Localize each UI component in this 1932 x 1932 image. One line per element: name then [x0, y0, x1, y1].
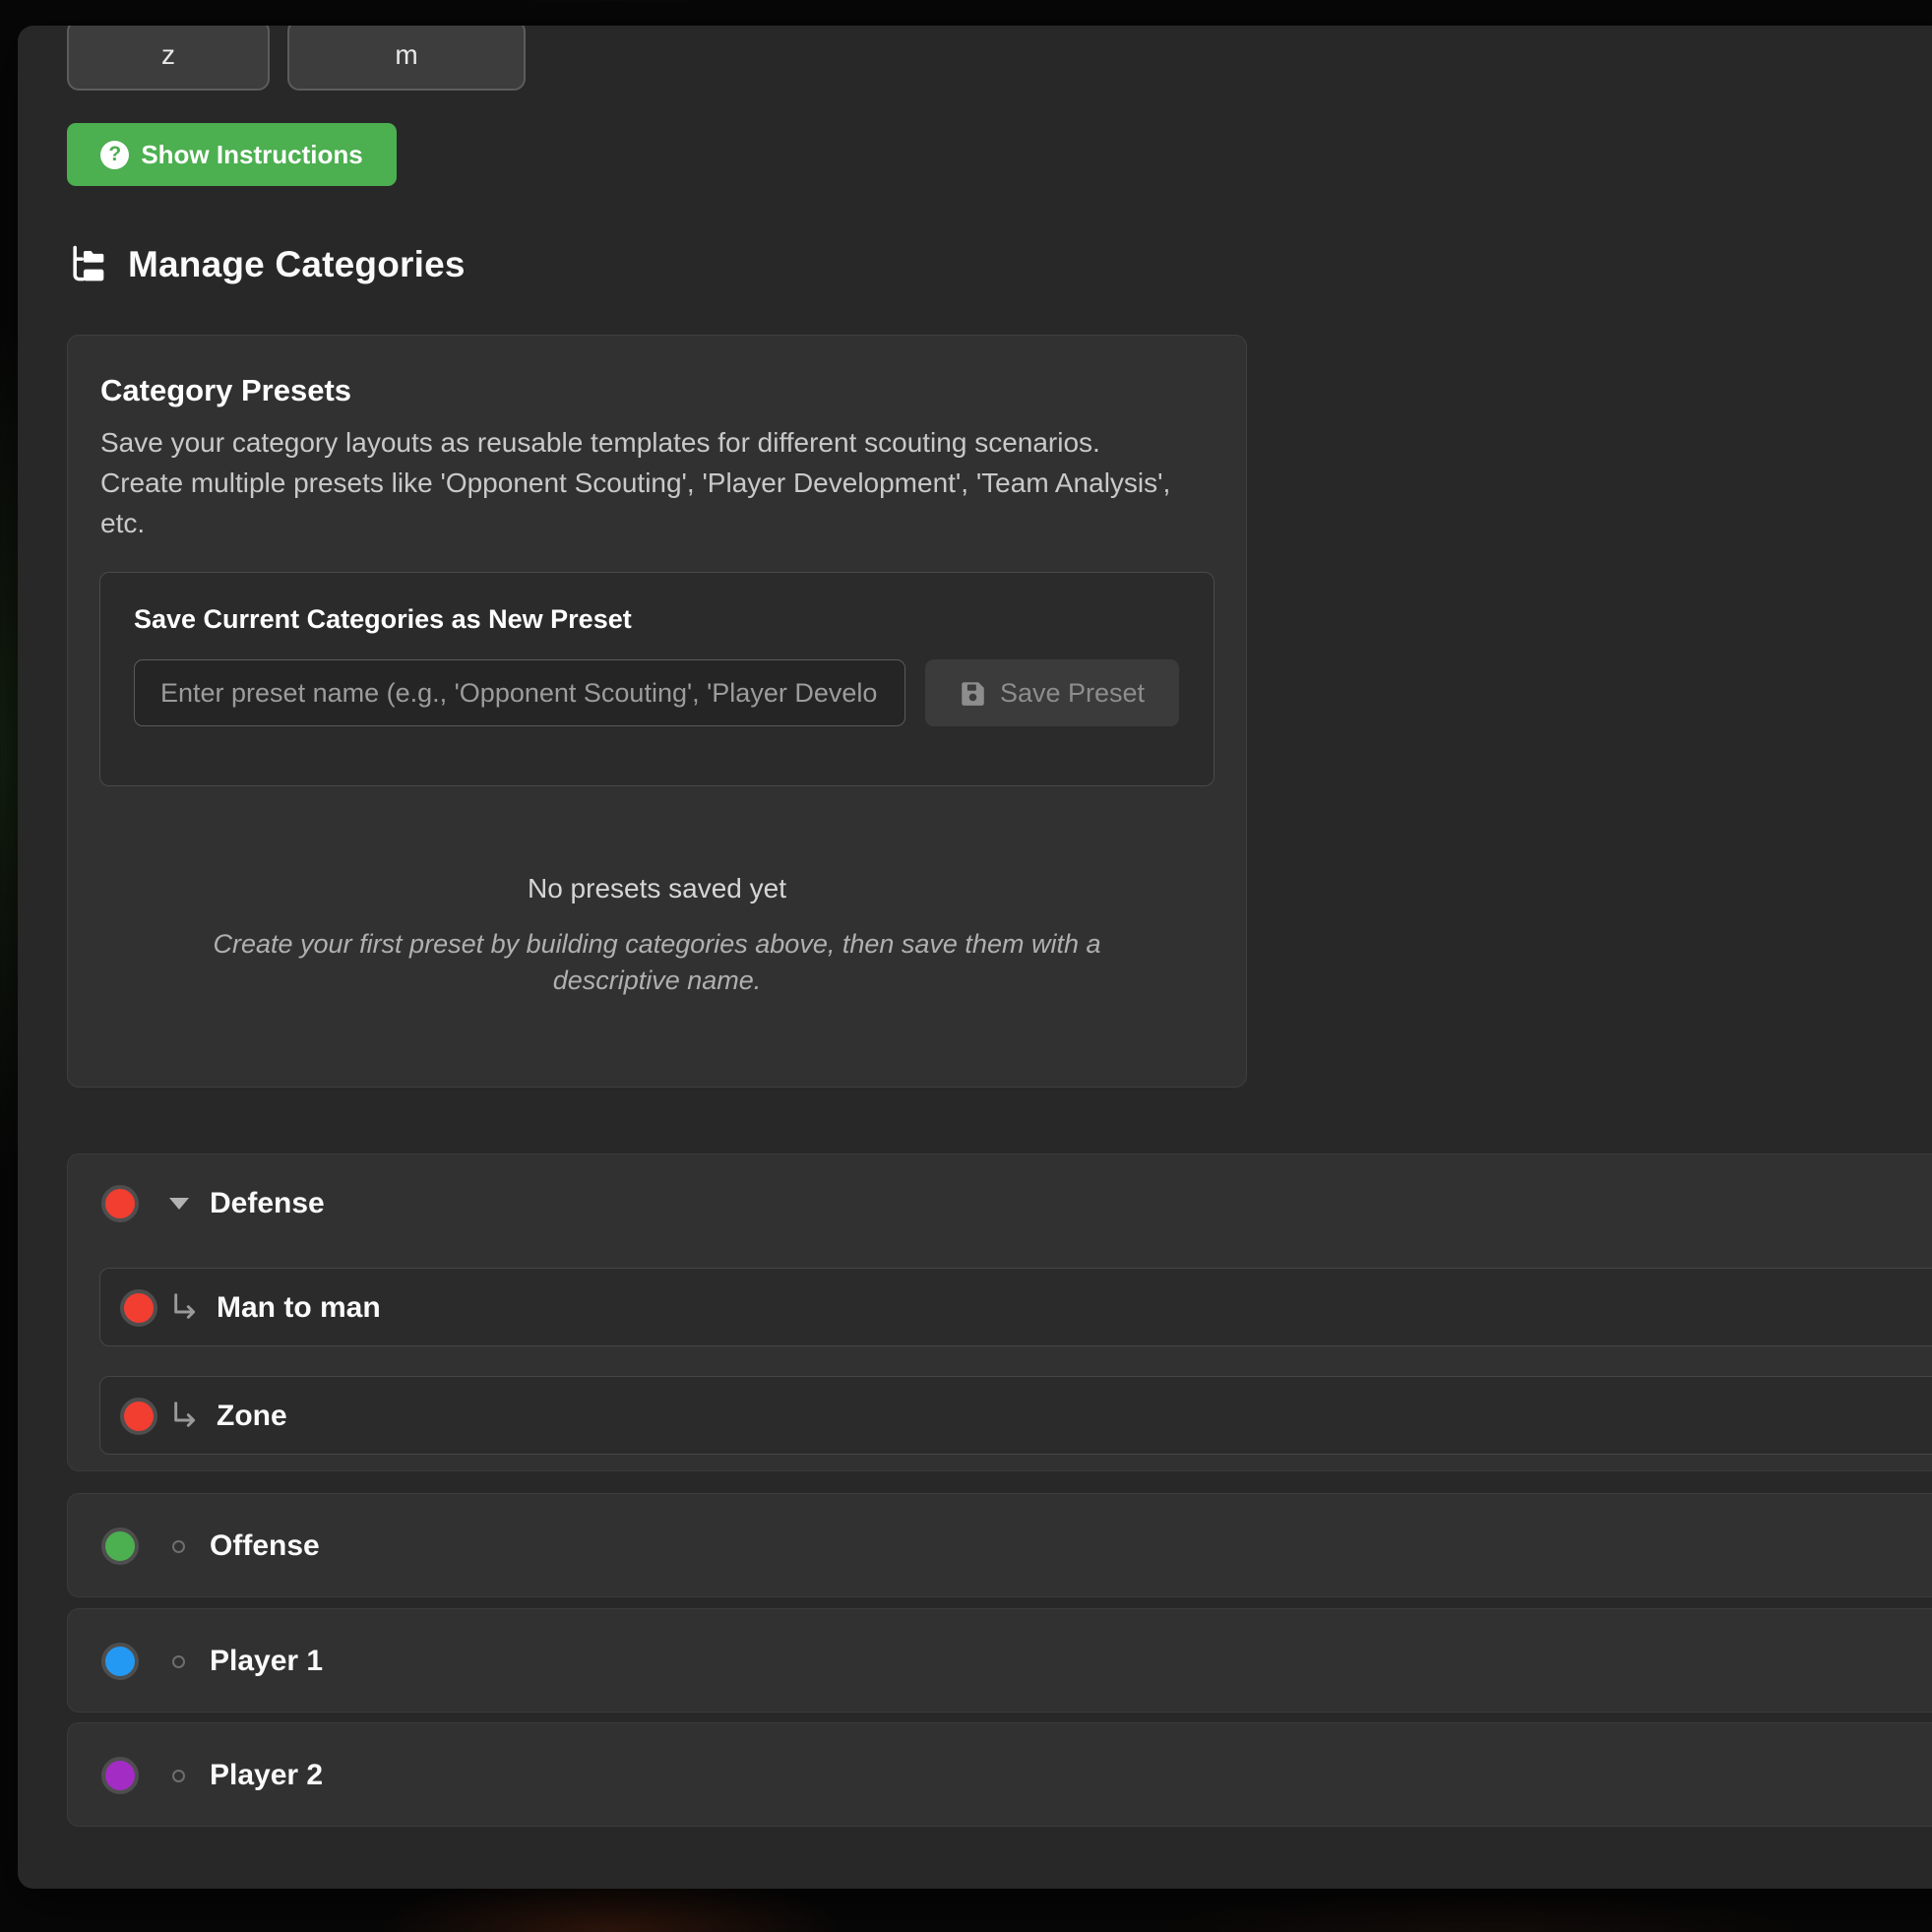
category-row-player-1[interactable]: Player 1	[68, 1612, 1932, 1711]
category-color-dot[interactable]	[101, 1757, 139, 1794]
manage-categories-panel: z m ? Show Instructions Manage Categorie…	[18, 26, 1932, 1889]
hotkey-z-button[interactable]: z	[67, 26, 270, 91]
category-group-defense[interactable]: Defense Man to man Zone	[67, 1153, 1932, 1471]
category-name: Defense	[210, 1187, 325, 1220]
question-mark-icon: ?	[100, 141, 129, 169]
hotkey-m-button[interactable]: m	[287, 26, 526, 91]
category-row-defense[interactable]: Defense	[68, 1154, 1932, 1253]
subcategory-row-zone[interactable]: Zone	[99, 1376, 1932, 1455]
category-row-offense[interactable]: Offense	[68, 1497, 1932, 1595]
empty-state-title: No presets saved yet	[68, 873, 1246, 904]
subcategory-color-dot[interactable]	[120, 1398, 157, 1435]
page-title-text: Manage Categories	[128, 244, 466, 285]
save-preset-button[interactable]: Save Preset	[925, 659, 1179, 726]
subcategory-name: Man to man	[217, 1291, 381, 1325]
preset-name-input[interactable]	[134, 659, 905, 726]
category-group-offense[interactable]: Offense	[67, 1493, 1932, 1597]
collapsed-indicator-icon[interactable]	[172, 1655, 185, 1668]
category-group-player-2[interactable]: Player 2	[67, 1722, 1932, 1827]
chevron-down-icon[interactable]	[169, 1198, 189, 1210]
collapsed-indicator-icon[interactable]	[172, 1770, 185, 1782]
collapsed-indicator-icon[interactable]	[172, 1540, 185, 1553]
category-group-player-1[interactable]: Player 1	[67, 1608, 1932, 1713]
save-preset-section: Save Current Categories as New Preset Sa…	[99, 572, 1215, 786]
category-color-dot[interactable]	[101, 1527, 139, 1565]
hotkey-m-label: m	[395, 39, 417, 71]
save-preset-section-title: Save Current Categories as New Preset	[134, 604, 632, 635]
child-branch-arrow-icon	[169, 1292, 201, 1324]
category-name: Player 1	[210, 1645, 323, 1678]
category-name: Offense	[210, 1529, 320, 1563]
folder-tree-icon	[67, 244, 108, 285]
child-branch-arrow-icon	[169, 1401, 201, 1432]
presets-card-description: Save your category layouts as reusable t…	[100, 422, 1188, 543]
category-name: Player 2	[210, 1759, 323, 1792]
presets-empty-state: No presets saved yet Create your first p…	[68, 873, 1246, 999]
category-presets-card: Category Presets Save your category layo…	[67, 335, 1247, 1088]
save-preset-label: Save Preset	[1000, 678, 1145, 709]
category-row-player-2[interactable]: Player 2	[68, 1726, 1932, 1825]
show-instructions-button[interactable]: ? Show Instructions	[67, 123, 397, 186]
category-color-dot[interactable]	[101, 1185, 139, 1222]
subcategory-row-man-to-man[interactable]: Man to man	[99, 1268, 1932, 1346]
category-color-dot[interactable]	[101, 1643, 139, 1680]
show-instructions-label: Show Instructions	[141, 140, 362, 170]
floppy-disk-icon	[960, 680, 986, 707]
subcategory-color-dot[interactable]	[120, 1289, 157, 1327]
subcategory-name: Zone	[217, 1400, 287, 1433]
empty-state-subtitle: Create your first preset by building cat…	[190, 926, 1125, 999]
hotkey-z-label: z	[161, 39, 175, 71]
presets-card-title: Category Presets	[100, 373, 351, 408]
page-title: Manage Categories	[67, 244, 466, 285]
